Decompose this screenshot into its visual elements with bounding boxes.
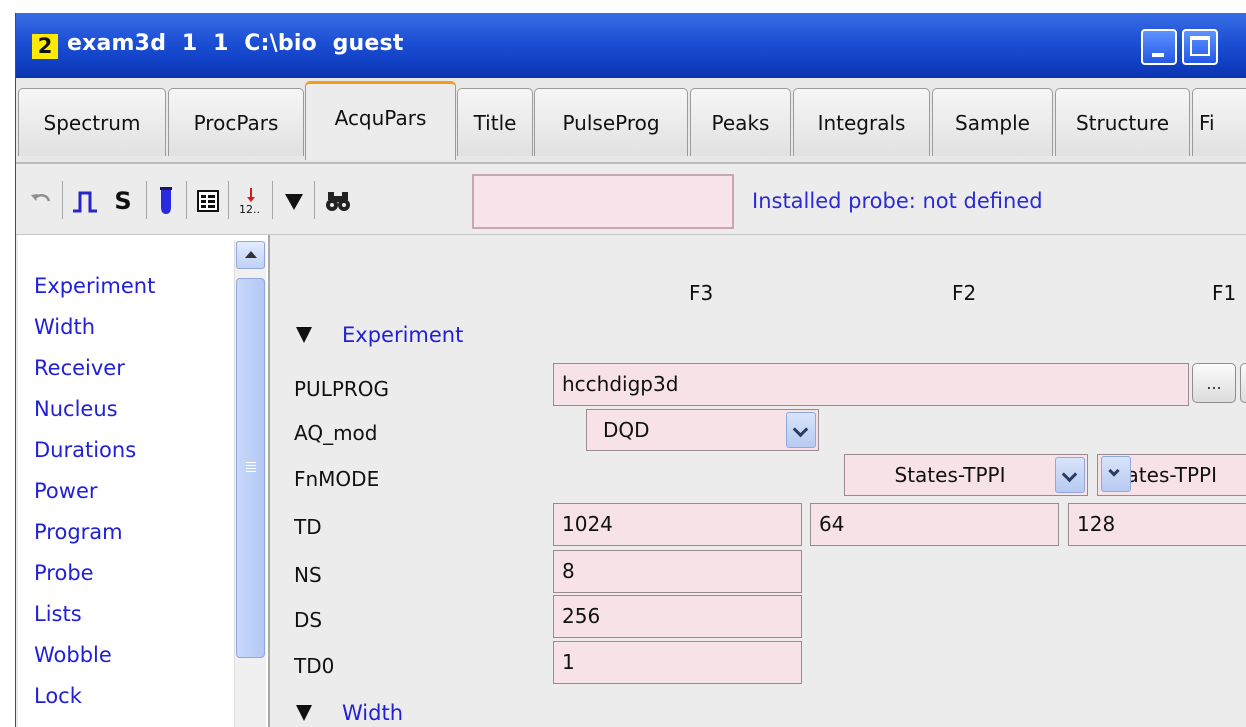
param-label-pulprog: PULPROG: [294, 377, 390, 401]
table-icon[interactable]: [194, 186, 222, 216]
collapse-triangle-icon: [296, 327, 312, 343]
tab-label: Structure: [1075, 110, 1170, 135]
tab-spectrum[interactable]: Spectrum: [18, 88, 166, 156]
tab-procpars[interactable]: ProcPars: [168, 88, 304, 156]
select-value: States-TPPI: [894, 463, 1006, 487]
s-icon[interactable]: S: [108, 186, 138, 216]
minimize-icon: [1152, 53, 1164, 57]
svg-text:12..: 12..: [239, 203, 260, 215]
tab-label: ProcPars: [193, 110, 279, 135]
td-f2-field[interactable]: 64: [810, 503, 1059, 546]
window-number-badge: 2: [32, 34, 58, 59]
td0-field[interactable]: 1: [553, 641, 802, 684]
sidebar-item-program[interactable]: Program: [34, 512, 156, 553]
undo-icon[interactable]: [26, 186, 56, 216]
dropdown-triangle-icon[interactable]: [280, 186, 308, 216]
probe-tube-icon[interactable]: [154, 186, 178, 216]
param-label-td0: TD0: [294, 654, 335, 678]
chevron-down-icon[interactable]: [1101, 456, 1131, 492]
pulprog-browse-button[interactable]: ...: [1192, 363, 1236, 403]
tab-structure[interactable]: Structure: [1055, 88, 1190, 156]
tab-label: Fi: [1199, 110, 1215, 135]
sidebar-item-automation[interactable]: Automation: [34, 717, 156, 727]
maximize-button[interactable]: [1182, 29, 1218, 65]
tab-label: Spectrum: [43, 110, 141, 135]
parameter-section-nav: Experiment Width Receiver Nucleus Durati…: [18, 235, 270, 727]
td-f1-field[interactable]: 128: [1068, 503, 1246, 546]
chevron-down-icon[interactable]: [786, 412, 816, 448]
tab-sample[interactable]: Sample: [932, 88, 1053, 156]
sidebar-scrollbar[interactable]: [234, 241, 266, 727]
binoculars-icon[interactable]: [322, 186, 354, 216]
window-title: exam3d 1 1 C:\bio guest: [67, 31, 404, 56]
scrollbar-thumb[interactable]: [236, 278, 265, 658]
column-header-f3: F3: [689, 281, 714, 305]
sidebar-item-probe[interactable]: Probe: [34, 553, 156, 594]
section-header-experiment[interactable]: Experiment: [296, 323, 463, 347]
section-title: Width: [342, 701, 404, 725]
app-window: 2 exam3d 1 1 C:\bio guest Spectrum ProcP…: [15, 13, 1246, 727]
tab-title[interactable]: Title: [457, 88, 533, 156]
tab-pulseprog[interactable]: PulseProg: [534, 88, 688, 156]
section-list: Experiment Width Receiver Nucleus Durati…: [34, 266, 156, 727]
aq-mod-select[interactable]: DQD: [586, 409, 819, 451]
section-header-width[interactable]: Width: [296, 701, 403, 725]
section-title: Experiment: [342, 323, 464, 347]
sidebar-item-wobble[interactable]: Wobble: [34, 635, 156, 676]
maximize-icon: [1190, 36, 1210, 56]
minimize-button[interactable]: [1141, 29, 1177, 65]
param-label-aq-mod: AQ_mod: [294, 421, 378, 445]
ds-field[interactable]: 256: [553, 595, 802, 638]
td-f3-field[interactable]: 1024: [553, 503, 802, 546]
sidebar-item-lock[interactable]: Lock: [34, 676, 156, 717]
tab-label: Sample: [955, 110, 1030, 135]
collapse-triangle-icon: [296, 705, 312, 721]
column-header-f1: F1: [1212, 281, 1237, 305]
select-value: DQD: [603, 418, 650, 442]
tab-label: Peaks: [711, 110, 770, 135]
sidebar-item-receiver[interactable]: Receiver: [34, 348, 156, 389]
ns-field[interactable]: 8: [553, 550, 802, 593]
tab-acqupars[interactable]: AcquPars: [305, 81, 456, 160]
sidebar-item-durations[interactable]: Durations: [34, 430, 156, 471]
tab-label: AcquPars: [334, 106, 427, 130]
column-header-f2: F2: [952, 281, 977, 305]
sidebar-item-width[interactable]: Width: [34, 307, 156, 348]
param-label-ns: NS: [294, 563, 322, 587]
tab-label: Title: [473, 110, 517, 135]
search-input[interactable]: [472, 174, 734, 229]
fnmode-f2-select[interactable]: States-TPPI: [844, 454, 1088, 496]
sidebar-item-power[interactable]: Power: [34, 471, 156, 512]
param-label-ds: DS: [294, 608, 323, 632]
tab-label: PulseProg: [562, 110, 660, 135]
tab-integrals[interactable]: Integrals: [793, 88, 930, 156]
tab-fid[interactable]: Fi: [1192, 88, 1246, 156]
parameter-panel: F3 F2 F1 Experiment PULPROG hcchdigp3d .…: [272, 235, 1246, 727]
scroll-up-arrow-icon[interactable]: [236, 241, 265, 269]
param-label-td: TD: [294, 515, 322, 539]
sidebar-item-nucleus[interactable]: Nucleus: [34, 389, 156, 430]
grip-icon: [246, 462, 256, 474]
chevron-down-icon[interactable]: [1055, 457, 1085, 493]
sidebar-item-experiment[interactable]: Experiment: [34, 266, 156, 307]
tab-peaks[interactable]: Peaks: [690, 88, 791, 156]
param-label-fnmode: FnMODE: [294, 467, 380, 491]
toolbar: S 12.. Installed probe: not defined: [16, 164, 1246, 235]
sort-numeric-icon[interactable]: 12..: [236, 186, 266, 216]
installed-probe-status: Installed probe: not defined: [752, 189, 1043, 213]
title-bar[interactable]: 2 exam3d 1 1 C:\bio guest: [16, 13, 1246, 78]
sidebar-item-lists[interactable]: Lists: [34, 594, 156, 635]
tab-label: Integrals: [817, 110, 906, 135]
pulprog-field[interactable]: hcchdigp3d: [553, 363, 1189, 406]
pulse-program-icon[interactable]: [68, 186, 102, 216]
tab-bar: Spectrum ProcPars AcquPars Title PulsePr…: [16, 78, 1246, 164]
pulprog-edit-button[interactable]: [1240, 363, 1246, 403]
